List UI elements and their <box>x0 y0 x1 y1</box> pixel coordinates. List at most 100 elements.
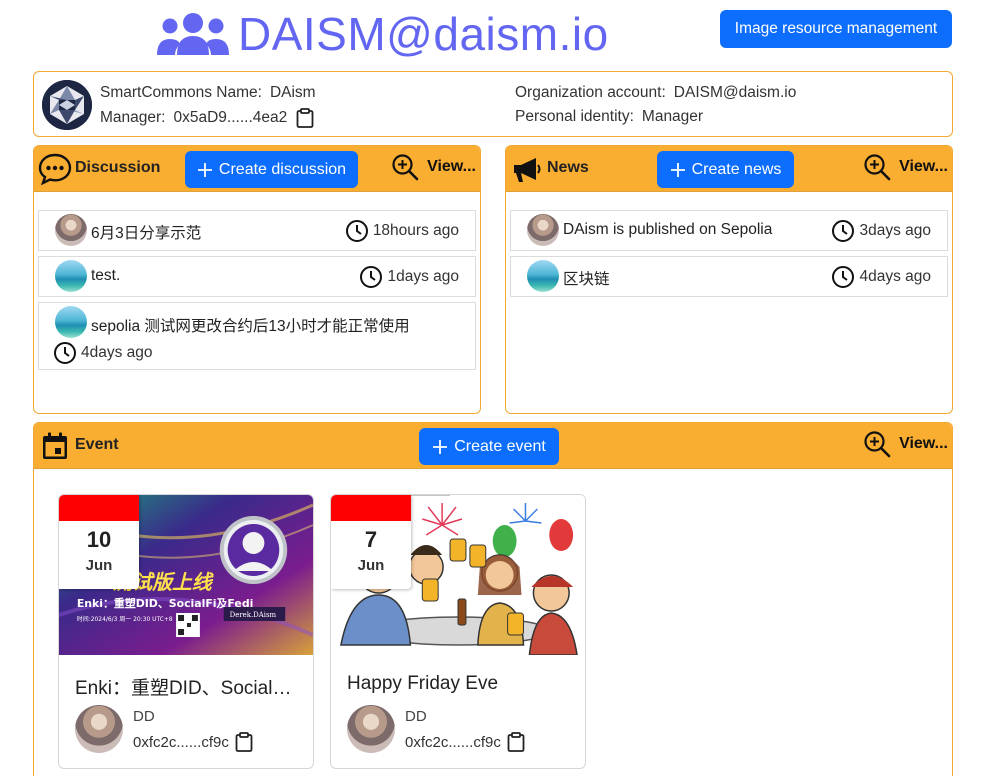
discussion-view-label: View... <box>427 158 476 175</box>
event-view-link[interactable]: View... <box>863 430 948 458</box>
manager-row: Manager: 0x5aD9......4ea2 <box>100 108 314 128</box>
identity-value: Manager <box>641 108 704 125</box>
identity-row: Personal identity: Manager <box>515 108 703 126</box>
name-row: SmartCommons Name: DAism <box>100 84 316 102</box>
discussion-header: Discussion Create discussion View... <box>34 146 480 192</box>
event-month: Jun <box>85 557 113 574</box>
org-label: Organization account: <box>515 84 666 101</box>
event-view-label: View... <box>899 435 948 452</box>
discussion-panel: Discussion Create discussion View... 6月3… <box>33 145 481 414</box>
plus-icon <box>670 162 685 177</box>
clock-icon <box>832 220 855 242</box>
event-card-title: Enki：重塑DID、SocialFi及Fedi... <box>75 678 301 699</box>
clock-icon <box>832 266 855 288</box>
news-item-time: 3days ago <box>831 219 931 243</box>
discussion-item-time: 4days ago <box>53 341 153 365</box>
image-resource-management-button[interactable]: Image resource management <box>720 10 952 48</box>
create-discussion-button[interactable]: Create discussion <box>185 151 358 188</box>
address-text: 0xfc2c......cf9c <box>133 733 229 751</box>
plus-icon <box>433 439 448 454</box>
address-text: 0xfc2c......cf9c <box>405 733 501 751</box>
avatar <box>527 214 559 246</box>
event-day: 10 <box>86 527 112 552</box>
news-view-link[interactable]: View... <box>863 153 948 181</box>
identity-label: Personal identity: <box>515 108 634 125</box>
news-item[interactable]: DAism is published on Sepolia 3days ago <box>510 210 948 251</box>
news-panel: News Create news View... DAism is publis… <box>505 145 953 414</box>
discussion-item-title: 6月3日分享示范 <box>91 225 202 242</box>
event-address: 0xfc2c......cf9c <box>405 732 525 752</box>
event-date-badge: 10 Jun <box>59 495 139 589</box>
org-row: Organization account: DAISM@daism.io <box>515 84 796 102</box>
clipboard-icon[interactable] <box>235 732 253 752</box>
news-item-time: 4days ago <box>831 265 931 289</box>
clipboard-icon[interactable] <box>296 108 314 128</box>
manager-value: 0x5aD9......4ea2 <box>173 109 288 127</box>
event-card[interactable]: 7 Jun Happy Friday Eve DD 0xfc2c......cf… <box>330 494 586 769</box>
time-text: 1days ago <box>387 268 459 285</box>
brand-title: DAISM@daism.io <box>238 8 609 60</box>
discussion-title: Discussion <box>75 159 161 176</box>
discussion-item-time: 18hours ago <box>345 219 459 243</box>
users-group-icon <box>157 13 229 55</box>
event-date-badge: 7 Jun <box>331 495 411 589</box>
time-text: 4days ago <box>859 268 931 285</box>
discussion-item[interactable]: 6月3日分享示范 18hours ago <box>38 210 476 251</box>
news-item[interactable]: 区块链 4days ago <box>510 256 948 297</box>
discussion-view-link[interactable]: View... <box>391 153 476 181</box>
plus-icon <box>197 162 212 177</box>
event-month: Jun <box>357 557 385 574</box>
time-text: 4days ago <box>81 344 153 361</box>
zoom-in-icon <box>864 154 891 181</box>
create-discussion-label: Create discussion <box>218 160 347 178</box>
clock-icon <box>54 342 76 364</box>
event-day: 7 <box>364 527 378 552</box>
zoom-in-icon <box>864 431 891 458</box>
discussion-item[interactable]: test. 1days ago <box>38 256 476 297</box>
avatar <box>55 214 87 246</box>
calendar-icon <box>43 432 67 459</box>
news-title: News <box>547 159 589 176</box>
event-card[interactable]: 测试版上线 Enki：重塑DID、SocialFi及Fedi 时间:2024/6… <box>58 494 314 769</box>
time-text: 18hours ago <box>372 222 459 239</box>
avatar <box>527 260 559 292</box>
clipboard-icon[interactable] <box>507 732 525 752</box>
megaphone-icon <box>514 158 541 182</box>
event-user: DD <box>133 708 155 725</box>
avatar <box>75 705 123 753</box>
banner-name: Derek.DAism <box>230 611 277 619</box>
create-news-button[interactable]: Create news <box>657 151 794 188</box>
smartcommons-logo <box>42 80 92 130</box>
org-value: DAISM@daism.io <box>673 84 797 101</box>
create-news-label: Create news <box>691 160 782 178</box>
news-header: News Create news View... <box>506 146 952 192</box>
clock-icon <box>360 266 383 288</box>
manager-label: Manager: <box>100 109 166 127</box>
discussion-item-title: sepolia 测试网更改合约后13小时才能正常使用 <box>91 318 410 335</box>
event-address: 0xfc2c......cf9c <box>133 732 253 752</box>
avatar <box>55 260 87 292</box>
brand: DAISM@daism.io <box>156 6 609 62</box>
event-title: Event <box>75 436 119 453</box>
news-item-title: DAism is published on Sepolia <box>563 221 773 238</box>
name-label: SmartCommons Name: <box>100 84 262 101</box>
event-header: Event Create event View... <box>34 423 952 469</box>
news-view-label: View... <box>899 158 948 175</box>
smartcommons-info: SmartCommons Name: DAism Manager: 0x5aD9..… <box>33 71 953 137</box>
chat-bubble-icon <box>38 153 72 186</box>
name-value: DAism <box>269 84 316 101</box>
discussion-item[interactable]: sepolia 测试网更改合约后13小时才能正常使用 4days ago <box>38 302 476 370</box>
banner-time: 时间:2024/6/3 周一 20:30 UTC+8 <box>77 615 173 623</box>
avatar <box>347 705 395 753</box>
news-item-title: 区块链 <box>563 271 610 288</box>
event-user: DD <box>405 708 427 725</box>
discussion-item-title: test. <box>91 267 121 284</box>
discussion-item-time: 1days ago <box>359 265 459 289</box>
create-event-button[interactable]: Create event <box>419 428 559 465</box>
create-event-label: Create event <box>454 437 546 455</box>
event-card-title: Happy Friday Eve <box>347 673 499 694</box>
clock-icon <box>345 220 368 242</box>
avatar <box>55 306 87 338</box>
time-text: 3days ago <box>859 222 931 239</box>
zoom-in-icon <box>392 154 419 181</box>
